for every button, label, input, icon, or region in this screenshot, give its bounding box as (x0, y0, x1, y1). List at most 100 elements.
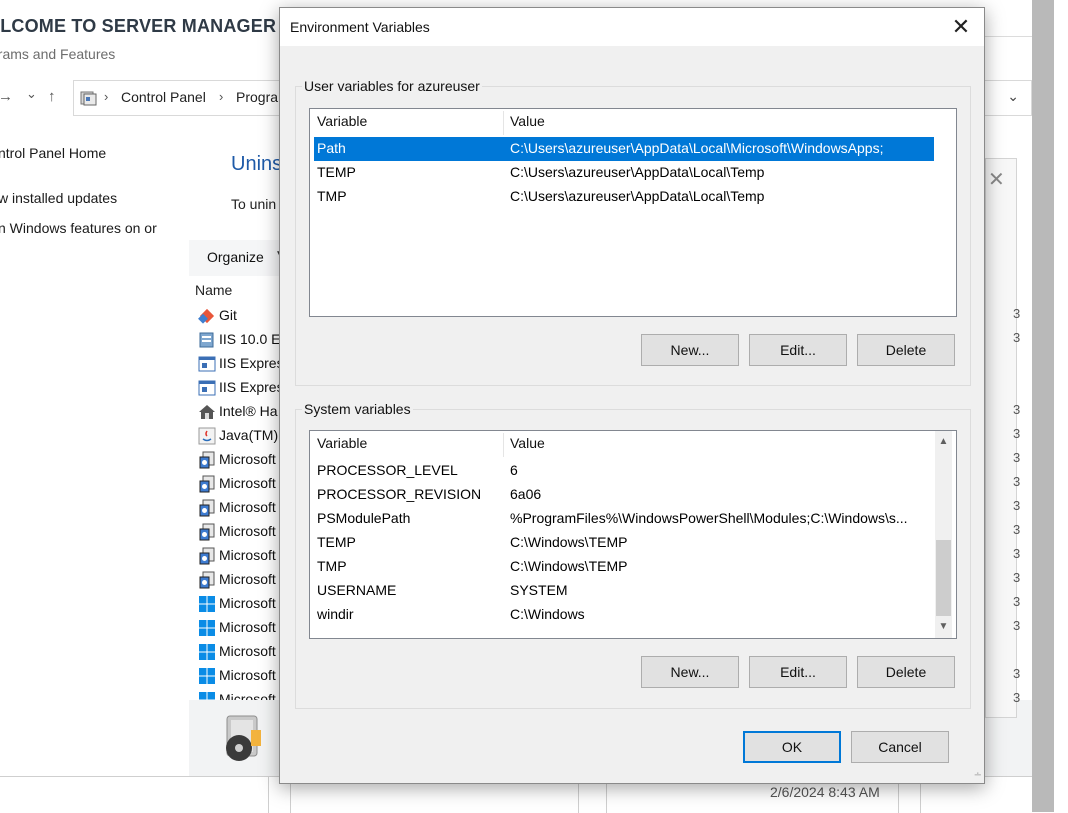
user-variable-row[interactable]: Path C:\Users\azureuser\AppData\Local\Mic… (314, 137, 934, 161)
system-variable-row[interactable]: USERNAME SYSTEM (314, 579, 932, 603)
cancel-button[interactable]: Cancel (851, 731, 949, 763)
program-name: Microsoft (219, 571, 276, 587)
user-delete-button[interactable]: Delete (857, 334, 955, 366)
user-edit-button[interactable]: Edit... (749, 334, 847, 366)
close-icon[interactable]: ✕ (988, 167, 1005, 192)
sidebar-link-windows-features[interactable]: n Windows features on or (0, 220, 157, 236)
environment-variables-dialog: Environment Variables ✕ User variables f… (279, 7, 985, 784)
scroll-down-arrow-icon[interactable]: ▼ (935, 618, 952, 635)
address-dropdown-chevron-icon[interactable]: ⌄ (1007, 88, 1019, 105)
column-header-value[interactable]: Value (510, 113, 545, 129)
variable-value: C:\Windows (510, 606, 585, 622)
scroll-thumb[interactable] (936, 540, 951, 616)
program-name: IIS 10.0 E (219, 331, 281, 347)
column-header-variable[interactable]: Variable (317, 113, 367, 129)
scroll-up-arrow-icon[interactable]: ▲ (935, 433, 952, 450)
edge-digit: 3 (1013, 594, 1021, 609)
java-icon (198, 427, 216, 445)
system-variable-row[interactable]: TMP C:\Windows\TEMP (314, 555, 932, 579)
program-list-item[interactable]: Microsoft (196, 663, 286, 687)
program-list-item[interactable]: Git (196, 303, 286, 327)
git-icon (198, 307, 216, 325)
system-variable-row[interactable]: PSModulePath %ProgramFiles%\WindowsPowerS… (314, 507, 932, 531)
resize-grip-icon[interactable]: ∸ (974, 770, 982, 781)
variable-name: USERNAME (317, 582, 397, 598)
system-new-button[interactable]: New... (641, 656, 739, 688)
dialog-titlebar[interactable]: Environment Variables ✕ (280, 8, 984, 46)
program-list-item[interactable]: Microsoft (196, 471, 286, 495)
program-list-item[interactable]: Microsoft (196, 543, 286, 567)
program-list-item[interactable]: Intel® Ha (196, 399, 286, 423)
sidebar-link-installed-updates[interactable]: w installed updates (0, 190, 117, 206)
breadcrumb-control-panel[interactable]: Control Panel (121, 89, 206, 105)
program-name: Git (219, 307, 237, 323)
close-icon[interactable]: ✕ (946, 12, 976, 42)
system-variable-row[interactable]: PROCESSOR_REVISION 6a06 (314, 483, 932, 507)
edge-digit: 3 (1013, 618, 1021, 633)
system-variable-row[interactable]: windir C:\Windows (314, 603, 932, 627)
program-name: Microsoft (219, 499, 276, 515)
program-list-item[interactable]: Microsoft (196, 567, 286, 591)
user-variable-row[interactable]: TEMP C:\Users\azureuser\AppData\Local\Tem… (314, 161, 914, 185)
program-name: Microsoft (219, 523, 276, 539)
program-list-item[interactable]: Microsoft (196, 591, 286, 615)
variable-name: TMP (317, 558, 347, 574)
system-variables-list[interactable]: Variable Value PROCESSOR_LEVEL 6 PROCESSOR… (309, 430, 957, 639)
windows-logo-icon (198, 667, 216, 685)
system-delete-button[interactable]: Delete (857, 656, 955, 688)
program-name: Microsoft (219, 643, 276, 659)
variable-value: 6a06 (510, 486, 542, 502)
page-description: To unin (231, 196, 277, 212)
variable-name: PROCESSOR_LEVEL (317, 462, 458, 478)
program-list-item[interactable]: IIS Expres (196, 351, 286, 375)
program-name: Microsoft (219, 475, 276, 491)
column-header-value[interactable]: Value (510, 435, 545, 451)
organize-button[interactable]: Organize (207, 249, 264, 265)
variable-value: %ProgramFiles%\WindowsPowerShell\Modules… (510, 510, 908, 526)
variable-value: C:\Users\azureuser\AppData\Local\Microso… (510, 140, 884, 156)
breadcrumb-programs[interactable]: Progra (236, 89, 278, 105)
program-name: Java(TM) (219, 427, 279, 443)
variable-name: Path (317, 140, 346, 156)
recent-locations-chevron-icon[interactable]: ⌄ (26, 86, 37, 102)
program-name: IIS Expres (219, 355, 284, 371)
ok-button[interactable]: OK (743, 731, 841, 763)
program-list-item[interactable]: Microsoft (196, 495, 286, 519)
edge-digit: 3 (1013, 426, 1021, 441)
window-subtitle: grams and Features (0, 46, 116, 62)
program-list-item[interactable]: Microsoft (196, 615, 286, 639)
system-list-scrollbar[interactable]: ▲ ▼ (935, 431, 952, 638)
program-list-item[interactable]: Microsoft (196, 519, 286, 543)
system-variable-row[interactable]: PROCESSOR_LEVEL 6 (314, 459, 932, 483)
column-header-variable[interactable]: Variable (317, 435, 367, 451)
setup-icon (198, 547, 216, 565)
edge-digit: 3 (1013, 570, 1021, 585)
program-list-item[interactable]: Microsoft (196, 447, 286, 471)
house-icon (198, 403, 216, 421)
edge-digit: 3 (1013, 474, 1021, 489)
variable-value: C:\Windows\TEMP (510, 534, 628, 550)
edge-digit: 3 (1013, 330, 1021, 345)
column-divider[interactable] (503, 111, 504, 135)
user-new-button[interactable]: New... (641, 334, 739, 366)
user-variables-list[interactable]: Variable Value Path C:\Users\azureuser\Ap… (309, 108, 957, 317)
system-edit-button[interactable]: Edit... (749, 656, 847, 688)
user-variables-label: User variables for azureuser (302, 78, 482, 94)
user-variable-row[interactable]: TMP C:\Users\azureuser\AppData\Local\Temp (314, 185, 914, 209)
program-list-item[interactable]: IIS 10.0 E (196, 327, 286, 351)
program-list-item[interactable]: Java(TM) (196, 423, 286, 447)
system-variable-row[interactable]: TEMP C:\Windows\TEMP (314, 531, 932, 555)
up-arrow-icon[interactable]: ↑ (48, 88, 56, 105)
control-panel-icon (80, 91, 97, 106)
program-name: Microsoft (219, 547, 276, 563)
column-divider[interactable] (503, 433, 504, 457)
forward-arrow-icon[interactable]: → (0, 88, 13, 105)
program-list-item[interactable]: IIS Expres (196, 375, 286, 399)
column-header-name[interactable]: Name (195, 282, 232, 298)
iis-icon (198, 331, 216, 349)
program-name: Microsoft (219, 595, 276, 611)
windows-logo-icon (198, 643, 216, 661)
program-list-item[interactable]: Microsoft (196, 639, 286, 663)
server-manager-title: ELCOME TO SERVER MANAGER (0, 16, 277, 36)
sidebar-link-control-panel-home[interactable]: ntrol Panel Home (0, 145, 106, 161)
